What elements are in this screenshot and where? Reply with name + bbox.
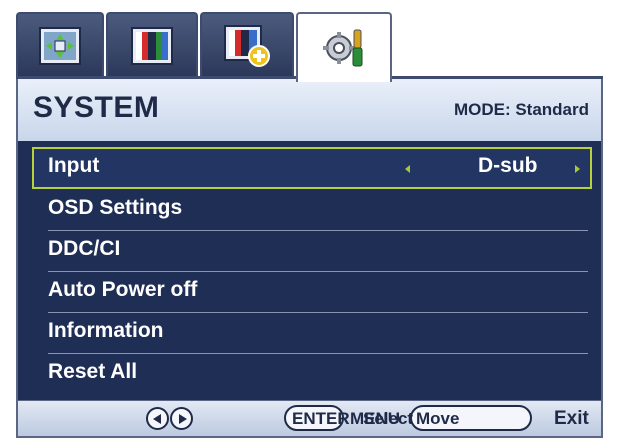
right-button-icon[interactable] [170, 407, 193, 430]
menu-item-label: OSD Settings [48, 196, 183, 219]
menu-item-label: DDC/CI [48, 237, 121, 260]
menu-item-input[interactable]: Input D-sub [32, 147, 592, 189]
menu-item-information[interactable]: Information [32, 312, 592, 354]
color-bars-icon [131, 27, 173, 65]
color-bars-plus-icon [224, 25, 270, 67]
tab-color-custom[interactable] [200, 12, 294, 78]
enter-label: ENTER [292, 409, 350, 428]
select-label: Select [363, 409, 414, 428]
footer-bar: ENTER MENU Select Move Exit [16, 400, 603, 438]
mode-indicator: MODE: Standard [453, 100, 589, 119]
tab-system[interactable] [296, 12, 392, 82]
input-value: D-sub [478, 154, 538, 177]
tab-picture[interactable] [16, 12, 104, 78]
arrow-right-icon[interactable] [575, 165, 580, 173]
menu-item-reset-all[interactable]: Reset All [32, 353, 592, 395]
left-button-icon[interactable] [146, 407, 169, 430]
menu-item-label: Input [48, 154, 100, 177]
exit-label: Exit [554, 408, 589, 429]
system-settings-icon [323, 29, 363, 67]
menu-item-auto-power-off[interactable]: Auto Power off [32, 271, 592, 313]
menu-item-osd-settings[interactable]: OSD Settings [32, 189, 592, 231]
move-label: Move [416, 409, 460, 428]
page-title: SYSTEM [33, 91, 160, 124]
menu-item-label: Information [48, 319, 164, 342]
menu-panel: Input D-sub OSD Settings DDC/CI Auto Pow… [16, 141, 603, 400]
menu-item-label: Auto Power off [48, 278, 198, 301]
arrow-left-icon[interactable] [405, 165, 410, 173]
menu-item-ddc-ci[interactable]: DDC/CI [32, 230, 592, 272]
tab-color[interactable] [106, 12, 198, 78]
menu-header: SYSTEM MODE: Standard [16, 78, 603, 141]
menu-item-label: Reset All [48, 360, 138, 383]
picture-adjust-icon [39, 27, 81, 65]
